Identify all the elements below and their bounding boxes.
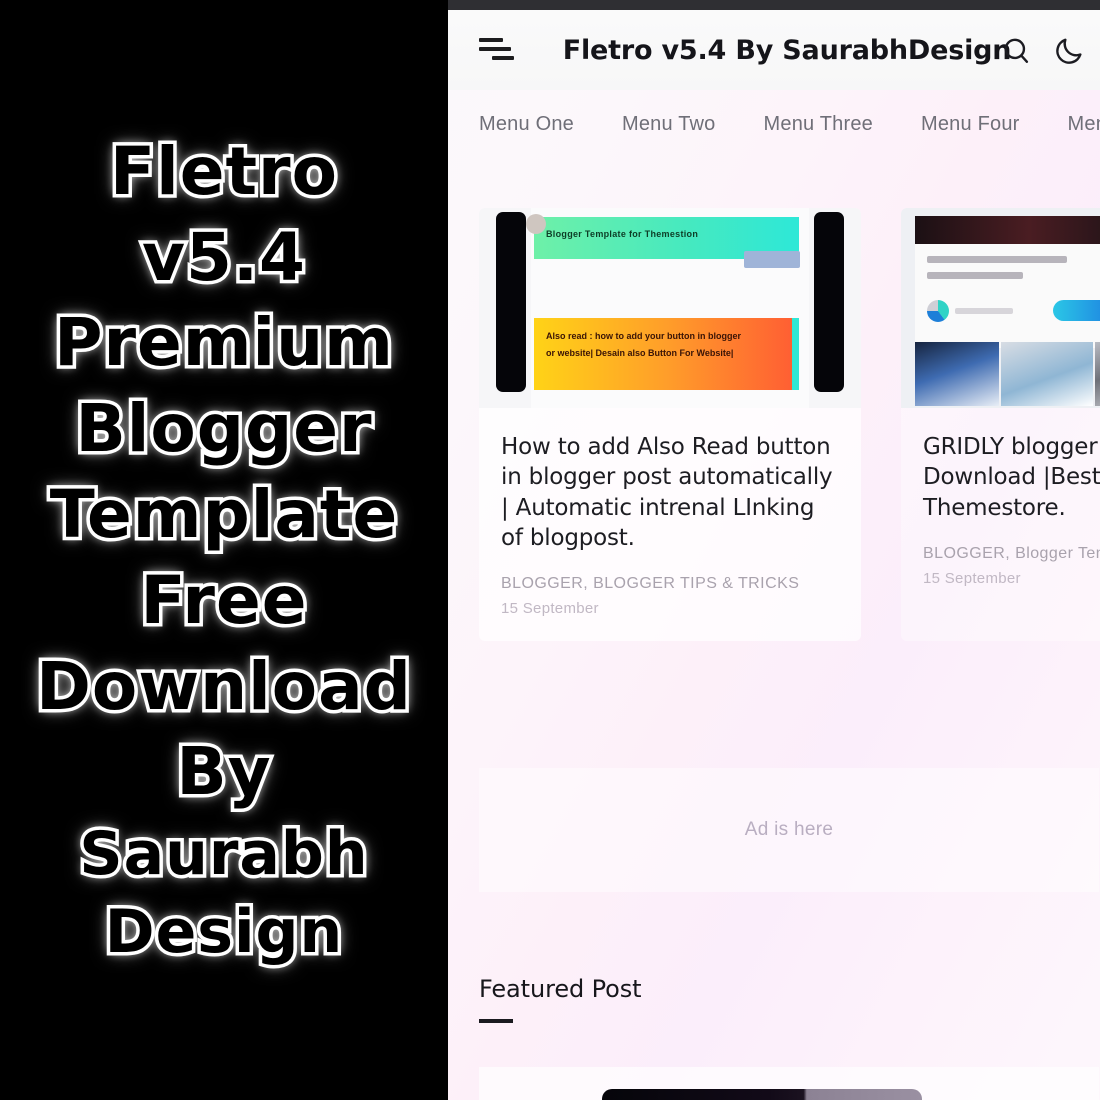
moon-icon[interactable]: [1052, 34, 1086, 68]
thumb-avatar: [927, 300, 949, 322]
promo-panel: Fletro v5.4 Premium Blogger Template Fre…: [0, 0, 448, 1100]
thumb-line-3: [955, 308, 1013, 314]
thumb-tab: [744, 251, 800, 268]
featured-post-thumbnail[interactable]: [602, 1089, 922, 1100]
site-preview: Fletro v5.4 By SaurabhDesign Menu One Me…: [448, 0, 1100, 1100]
thumb-caption-top: Blogger Template for Themestion: [546, 229, 699, 239]
thumb-screenshot-1: [915, 342, 999, 406]
post-categories[interactable]: BLOGGER, BLOGGER TIPS & TRICKS: [501, 575, 839, 593]
promo-line-2: v5.4: [139, 215, 309, 299]
thumb-bezel-left: [496, 212, 526, 392]
thumb-screenshot-3: [1095, 342, 1100, 406]
post-body: GRIDLY blogger template Download |Best B…: [901, 408, 1100, 587]
post-card[interactable]: Blogger Template for Themestion Also rea…: [479, 208, 861, 642]
post-title[interactable]: How to add Also Read button in blogger p…: [501, 432, 839, 553]
thumb-caption-bottom: Also read : how to add your button in bl…: [546, 331, 741, 358]
featured-post-heading: Featured Post: [479, 975, 642, 1003]
ad-placeholder: Ad is here: [479, 768, 1099, 892]
featured-post-section: Featured Post: [479, 975, 1099, 1100]
menu-item-three[interactable]: Menu Three: [764, 113, 873, 136]
post-categories[interactable]: BLOGGER, Blogger Template: [923, 545, 1100, 563]
hamburger-line-1: [479, 38, 503, 42]
promo-line-1: Fletro: [107, 129, 341, 213]
hamburger-line-2: [479, 47, 511, 51]
menu-item-five[interactable]: Menu Five: [1068, 113, 1100, 136]
promo-line-9: Saurabh: [76, 816, 371, 893]
promo-line-10: Design: [101, 894, 345, 971]
promo-line-4: Blogger: [72, 387, 375, 471]
post-date: 15 September: [923, 570, 1021, 588]
post-grid: Blogger Template for Themestion Also rea…: [479, 208, 1100, 642]
hamburger-icon[interactable]: [479, 32, 523, 66]
thumb-screenshot-2: [1001, 342, 1093, 406]
thumb-banner-bottom: Also read : how to add your button in bl…: [534, 318, 792, 390]
featured-post-underline: [479, 1019, 513, 1023]
post-thumbnail[interactable]: [901, 208, 1100, 408]
status-bar: [448, 0, 1100, 10]
menu-item-four[interactable]: Menu Four: [921, 113, 1020, 136]
post-card[interactable]: GRIDLY blogger template Download |Best B…: [901, 208, 1100, 642]
main-menu: Menu One Menu Two Menu Three Menu Four M…: [448, 92, 1100, 156]
post-thumbnail[interactable]: Blogger Template for Themestion Also rea…: [479, 208, 861, 408]
menu-item-one[interactable]: Menu One: [479, 113, 574, 136]
site-header: Fletro v5.4 By SaurabhDesign: [448, 10, 1100, 90]
thumb-hero-strip: [915, 216, 1100, 244]
thumb-button: [1053, 300, 1100, 321]
post-body: How to add Also Read button in blogger p…: [479, 408, 861, 617]
post-title[interactable]: GRIDLY blogger template Download |Best B…: [923, 432, 1100, 523]
thumb-line-1: [927, 256, 1067, 263]
ad-label: Ad is here: [744, 819, 834, 840]
thumb-line-2: [927, 272, 1023, 279]
promo-line-7: Download: [33, 644, 415, 728]
post-date: 15 September: [501, 600, 599, 618]
promo-line-5: Template: [46, 473, 401, 557]
screenshot-root: Fletro v5.4 Premium Blogger Template Fre…: [0, 0, 1100, 1100]
hamburger-line-3: [492, 56, 514, 60]
promo-line-6: Free: [137, 558, 310, 642]
promo-line-3: Premium: [51, 301, 397, 385]
search-icon[interactable]: [1000, 34, 1034, 68]
featured-post-card[interactable]: [479, 1067, 1099, 1100]
thumb-dot: [526, 214, 546, 234]
thumb-bezel-right: [814, 212, 844, 392]
promo-line-8: By: [173, 730, 274, 814]
menu-item-two[interactable]: Menu Two: [622, 113, 716, 136]
